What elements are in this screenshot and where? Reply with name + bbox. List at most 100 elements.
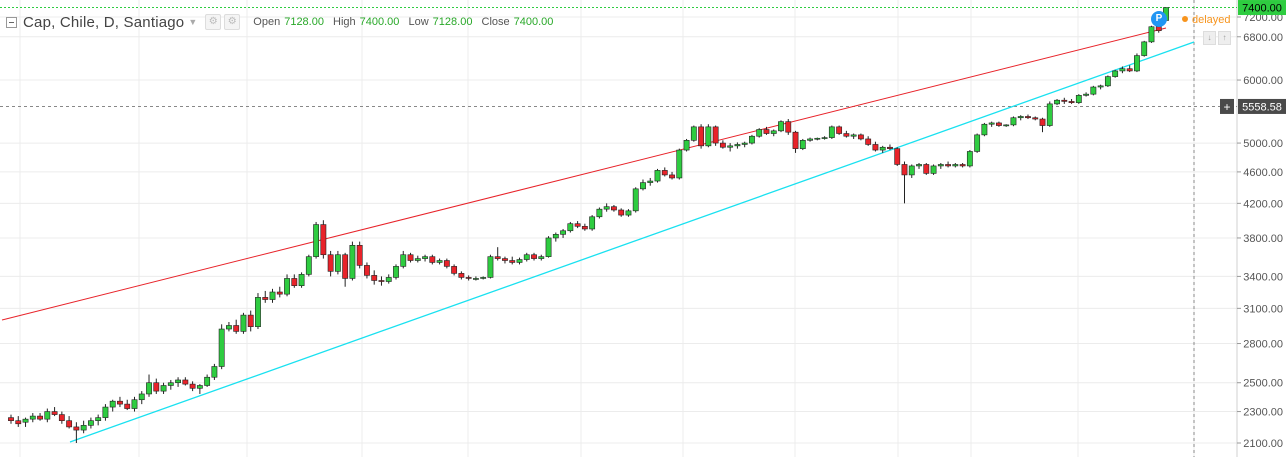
candle-body xyxy=(1097,85,1104,88)
candle-body xyxy=(1141,41,1148,56)
candle xyxy=(218,324,225,370)
candle xyxy=(857,133,864,141)
candle-body xyxy=(959,164,966,167)
candle-body xyxy=(334,254,341,272)
candle-body xyxy=(952,164,959,167)
candle xyxy=(349,241,356,281)
chart-grid xyxy=(0,0,1238,457)
candle-body xyxy=(1155,26,1162,32)
candle-body xyxy=(276,291,283,295)
candle-body xyxy=(313,224,320,257)
candle xyxy=(756,128,763,138)
candle xyxy=(262,290,269,303)
candle xyxy=(669,171,675,180)
candle-body xyxy=(611,206,617,211)
candle-body xyxy=(109,400,116,408)
candle-body xyxy=(349,245,356,279)
candle-body xyxy=(574,223,581,227)
candle xyxy=(298,272,305,288)
candle xyxy=(923,162,930,175)
candle-body xyxy=(538,256,545,259)
price-axis[interactable]: 2100.00 2300.00 2500.00 2800.00 3100.00 3400.… xyxy=(1237,12,1283,450)
candle xyxy=(1068,98,1075,104)
candle-body xyxy=(763,129,770,134)
candle-body xyxy=(487,256,494,278)
candle-body xyxy=(189,383,196,389)
candle xyxy=(487,254,494,279)
candle xyxy=(1039,117,1046,133)
scroll-down-icon[interactable]: ↓ xyxy=(1203,31,1216,45)
candle xyxy=(640,179,646,191)
candle xyxy=(371,270,378,285)
candle-body xyxy=(451,266,458,274)
support-trendline[interactable] xyxy=(69,41,1195,443)
candle-body xyxy=(1068,101,1075,103)
candle xyxy=(647,177,654,186)
svg-text:+: + xyxy=(1223,100,1230,114)
high-label: High xyxy=(333,16,356,28)
candle xyxy=(429,254,436,265)
candle-body xyxy=(618,209,625,216)
candle-body xyxy=(1112,70,1119,77)
candle-body xyxy=(981,123,988,136)
candle xyxy=(581,223,588,231)
candle-body xyxy=(799,140,806,149)
collapse-icon[interactable] xyxy=(6,16,17,28)
candle-body xyxy=(80,425,87,431)
candle xyxy=(1148,25,1155,43)
candle xyxy=(930,164,937,175)
candle-body xyxy=(342,254,349,279)
candle xyxy=(1061,97,1068,104)
candle-body xyxy=(581,226,588,230)
candle-body xyxy=(945,164,951,167)
candle-body xyxy=(414,258,421,261)
candle xyxy=(80,420,87,434)
symbol-title[interactable]: Cap, Chile, D, Santiago xyxy=(23,14,184,31)
candle xyxy=(1104,75,1111,88)
candle-body xyxy=(1010,117,1017,126)
candle-body xyxy=(1083,93,1090,96)
candle-body xyxy=(734,144,741,147)
candle xyxy=(690,125,697,142)
candle-body xyxy=(240,314,247,332)
candle xyxy=(799,138,806,151)
candle-body xyxy=(719,142,726,148)
candle-body xyxy=(778,121,784,132)
candle-body xyxy=(828,126,835,138)
pine-badge-icon[interactable]: P xyxy=(1151,11,1167,27)
candle xyxy=(1054,98,1060,106)
candle xyxy=(1075,94,1082,104)
candle xyxy=(567,221,574,233)
candle-body xyxy=(226,325,232,330)
candle-body xyxy=(160,385,167,392)
compare-icon[interactable]: ⚙ xyxy=(224,14,241,30)
candle xyxy=(552,232,559,242)
candle-body xyxy=(124,403,131,409)
chevron-down-icon[interactable]: ▼ xyxy=(188,17,197,27)
price-chart[interactable]: 2100.00 2300.00 2500.00 2800.00 3100.00 3400.… xyxy=(0,0,1286,457)
candle-body xyxy=(756,129,763,137)
candle-body xyxy=(821,137,828,139)
low-value: 7128.00 xyxy=(432,16,473,28)
candle-body xyxy=(661,170,668,176)
candle xyxy=(167,379,174,390)
candle-body xyxy=(291,278,298,286)
candle-body xyxy=(393,266,399,278)
candle xyxy=(1134,53,1140,73)
candle xyxy=(284,274,290,297)
candle-body xyxy=(1126,68,1133,72)
candle xyxy=(117,396,123,408)
settings-icon[interactable]: ⚙ xyxy=(205,14,222,30)
candle xyxy=(422,254,428,262)
candle xyxy=(269,288,276,303)
candle xyxy=(901,161,908,204)
candle xyxy=(160,382,167,394)
scroll-up-icon[interactable]: ↑ xyxy=(1218,31,1231,45)
candle-body xyxy=(901,164,908,176)
candle-body xyxy=(327,254,334,272)
candle-body xyxy=(625,210,632,216)
candle-body xyxy=(472,278,479,280)
low-label: Low xyxy=(408,16,429,28)
svg-text:5558.58: 5558.58 xyxy=(1242,101,1282,113)
candle-body xyxy=(908,165,915,176)
